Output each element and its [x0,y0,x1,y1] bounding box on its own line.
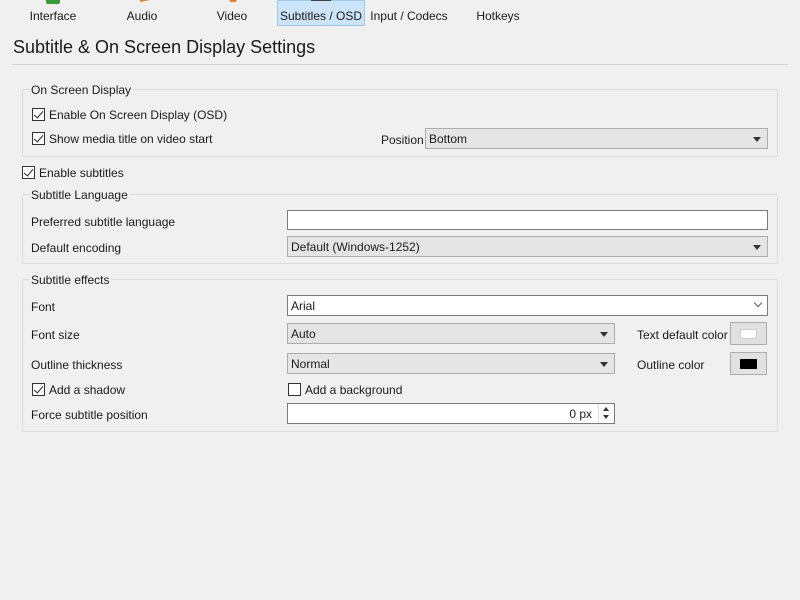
osd-group-title: On Screen Display [30,83,133,97]
add-shadow-label: Add a shadow [49,383,126,397]
outline-thickness-select[interactable]: Normal [287,353,615,374]
tab-interface-label: Interface [29,9,77,23]
add-background-checkbox[interactable] [288,383,301,396]
outline-color-swatch [740,359,757,369]
dropdown-arrow-icon [753,245,761,250]
category-toolbar: Interface Audio Video Subtitles / OSD In… [0,0,800,26]
tab-video[interactable]: Video [208,0,256,26]
spin-down-icon[interactable] [603,415,609,419]
enable-subtitles-label: Enable subtitles [39,166,124,180]
add-background-label: Add a background [305,383,403,397]
tab-hotkeys-label: Hotkeys [476,9,520,23]
spin-up-icon[interactable] [603,407,609,411]
dropdown-arrow-icon [600,362,608,367]
input-codecs-icon [397,0,421,6]
default-encoding-select[interactable]: Default (Windows-1252) [287,236,768,257]
font-select[interactable]: Arial [287,295,768,316]
audio-icon [130,0,154,6]
check-mark-icon [23,166,34,177]
show-media-title-label: Show media title on video start [49,132,213,146]
enable-subtitles-checkbox[interactable] [22,166,35,179]
preferred-language-input[interactable] [287,210,768,230]
default-encoding-label: Default encoding [31,241,122,255]
force-subtitle-position-spinbox[interactable]: 0 px [287,403,615,424]
tab-subtitles-osd-label: Subtitles / OSD [279,9,363,23]
tab-audio-label: Audio [126,9,158,23]
text-default-color-button[interactable] [730,322,767,345]
force-subtitle-position-value: 0 px [569,407,592,421]
outline-thickness-value: Normal [291,357,330,371]
outline-thickness-label: Outline thickness [31,358,123,372]
tab-video-label: Video [216,9,248,23]
text-default-color-label: Text default color [637,328,728,342]
chevron-down-icon [753,298,763,308]
position-label: Position [381,133,424,147]
force-subtitle-position-label: Force subtitle position [31,408,148,422]
default-encoding-value: Default (Windows-1252) [291,240,420,254]
show-media-title-checkbox[interactable] [32,132,45,145]
tab-input-codecs[interactable]: Input / Codecs [368,0,450,26]
font-label: Font [31,300,56,314]
tab-input-codecs-label: Input / Codecs [370,9,448,23]
font-value: Arial [291,299,316,313]
subtitle-language-title: Subtitle Language [30,188,129,202]
tab-interface[interactable]: Interface [22,0,84,26]
enable-osd-checkbox[interactable] [32,108,45,121]
preferred-language-label: Preferred subtitle language [31,215,176,229]
font-size-select[interactable]: Auto [287,323,615,344]
page-title: Subtitle & On Screen Display Settings [13,37,316,57]
outline-color-button[interactable] [730,352,767,375]
tab-audio[interactable]: Audio [118,0,166,26]
spin-buttons[interactable] [598,404,614,423]
position-select[interactable]: Bottom [425,128,768,149]
subtitle-effects-title: Subtitle effects [30,273,111,287]
tab-hotkeys[interactable]: Hotkeys [472,0,524,26]
dropdown-arrow-icon [600,332,608,337]
check-mark-icon [33,132,44,143]
tab-subtitles-osd[interactable]: Subtitles / OSD [277,0,365,26]
enable-osd-label: Enable On Screen Display (OSD) [49,108,228,122]
video-icon [220,0,244,6]
add-shadow-checkbox[interactable] [32,383,45,396]
font-size-label: Font size [31,328,80,342]
position-value: Bottom [429,132,468,146]
font-size-value: Auto [291,327,316,341]
outline-color-label: Outline color [637,358,705,372]
title-divider [12,64,788,65]
dropdown-arrow-icon [753,137,761,142]
check-mark-icon [33,108,44,119]
interface-icon [41,0,65,6]
hotkeys-icon [486,0,510,6]
text-color-swatch [740,329,757,339]
check-mark-icon [33,383,44,394]
subtitles-icon [309,0,333,7]
